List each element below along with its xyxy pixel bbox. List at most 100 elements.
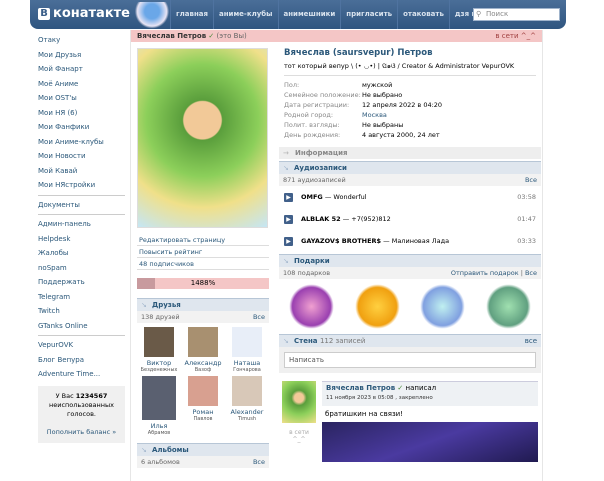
- profile-status[interactable]: тот который вепур \ (• ◡•) | ପ๑ଓ / Creat…: [284, 61, 536, 76]
- friend-item[interactable]: Александр Вазоф: [181, 327, 225, 373]
- friend-item[interactable]: Илья Абрамов: [137, 376, 181, 436]
- albums-header[interactable]: Альбомы: [137, 443, 269, 457]
- sidebar-item[interactable]: Моё Аниме: [38, 77, 125, 92]
- post-text: братишкин на связи!: [325, 410, 404, 418]
- gifts-all-link[interactable]: Все: [525, 269, 537, 277]
- audio-list: ▶ OMFG — Wonderful 03:58 ▶ ALBLAK 52 — +7(95…: [279, 186, 541, 252]
- sidebar-item[interactable]: Мои Новости: [38, 149, 125, 164]
- sidebar-item[interactable]: Админ-панель: [38, 217, 125, 232]
- sidebar-item[interactable]: Мои OST'ы: [38, 91, 125, 106]
- sidebar-item[interactable]: noSpam: [38, 261, 125, 276]
- rating-bar[interactable]: 1488%: [137, 278, 269, 289]
- wall-all-link[interactable]: все: [525, 335, 537, 347]
- sidebar-item[interactable]: Мои НЯ (6): [38, 106, 125, 121]
- sidebar-item[interactable]: Мои НЯстройки: [38, 178, 125, 193]
- online-status: в сети ^_^: [495, 32, 536, 40]
- votes-count: 1234567: [75, 391, 108, 400]
- nav-invite[interactable]: пригласить: [340, 0, 397, 29]
- sidebar-item[interactable]: Жалобы: [38, 246, 125, 261]
- friends-all-link[interactable]: Все: [253, 311, 265, 323]
- audio-track[interactable]: ▶ OMFG — Wonderful 03:58: [279, 186, 541, 208]
- sidebar-item[interactable]: GTanks Online: [38, 319, 125, 334]
- topup-link[interactable]: Пополнить баланс »: [47, 428, 116, 436]
- sidebar-item[interactable]: Мои Фанфики: [38, 120, 125, 135]
- gift-jake[interactable]: [354, 284, 400, 329]
- friend-avatar[interactable]: [188, 376, 218, 406]
- friend-item[interactable]: Наташа Гончарова: [225, 327, 269, 373]
- sidebar-item[interactable]: Мой Кавай: [38, 164, 125, 179]
- nav-otakovat[interactable]: отаковать: [397, 0, 449, 29]
- right-column: Вячеслав (saursvepur) Петров тот который…: [279, 48, 541, 462]
- friends-subheader: 138 друзей Все: [137, 311, 269, 323]
- friend-item[interactable]: Виктор Безденежных: [137, 327, 181, 373]
- sidebar-item[interactable]: Twitch: [38, 304, 125, 319]
- friend-avatar[interactable]: [232, 327, 262, 357]
- sidebar-item[interactable]: Adventure Time...: [38, 367, 125, 382]
- profile-field: Полит. взгляды: Не выбраны: [284, 121, 404, 129]
- search-input[interactable]: ⚲ Поиск: [473, 8, 560, 21]
- audio-header[interactable]: Аудиозаписи: [279, 161, 541, 175]
- audio-track[interactable]: ▶ GAYAZOV$ BROTHER$ — Малиновая Лада 03:33: [279, 230, 541, 252]
- gift-rainbow-cat[interactable]: [420, 284, 466, 329]
- top-nav: главная аниме-клубы анимешники пригласит…: [170, 0, 486, 29]
- profile-field: Родной город: Москва: [284, 111, 387, 119]
- friend-item[interactable]: Роман Павлов: [181, 376, 225, 436]
- rating-fill: [137, 278, 156, 289]
- post-author-avatar[interactable]: [282, 381, 316, 423]
- post-date[interactable]: 11 ноября 2023 в 05:08 , закреплено: [326, 395, 534, 401]
- edit-page-link[interactable]: Редактировать страницу: [137, 234, 269, 246]
- verified-icon: ✓: [208, 32, 215, 40]
- profile-name: Вячеслав (saursvepur) Петров: [284, 48, 433, 58]
- post-author-link[interactable]: Вячеслав Петров: [326, 384, 395, 392]
- verified-icon: ✓: [397, 384, 404, 392]
- sidebar-item[interactable]: Helpdesk: [38, 232, 125, 247]
- gifts-header[interactable]: Подарки: [279, 254, 541, 268]
- sidebar: Отаку Мои Друзья Мой Фанарт Моё Аниме Мои OS…: [38, 33, 125, 443]
- nav-people[interactable]: анимешники: [277, 0, 341, 29]
- sidebar-divider: [38, 214, 125, 215]
- sidebar-item[interactable]: Telegram: [38, 290, 125, 305]
- albums-all-link[interactable]: Все: [253, 456, 265, 468]
- friend-avatar[interactable]: [232, 376, 262, 406]
- sidebar-item[interactable]: Поддержать: [38, 275, 125, 290]
- subscribers-link[interactable]: 48 подписчиков: [137, 258, 269, 270]
- wall-header[interactable]: Стена 112 записейвсе: [279, 334, 541, 348]
- audio-track[interactable]: ▶ ALBLAK 52 — +7(952)812 01:47: [279, 208, 541, 230]
- sidebar-item[interactable]: Документы: [38, 198, 125, 213]
- avatar[interactable]: [137, 48, 268, 228]
- gift-bmo[interactable]: [485, 284, 531, 329]
- send-gift-link[interactable]: Отправить подарок: [451, 269, 519, 277]
- nav-home[interactable]: главная: [170, 0, 213, 29]
- sidebar-item[interactable]: Мои Аниме-клубы: [38, 135, 125, 150]
- friend-avatar[interactable]: [144, 327, 174, 357]
- post-author-online: в сети ^_^: [289, 429, 309, 443]
- play-icon[interactable]: ▶: [284, 192, 293, 202]
- sidebar-item[interactable]: Мой Фанарт: [38, 62, 125, 77]
- votes-box: У Вас 1234567 неиспользованных голосов. По…: [38, 385, 125, 443]
- gifts-list: [279, 279, 541, 334]
- friend-avatar[interactable]: [188, 327, 218, 357]
- wall-compose: Написать: [279, 347, 541, 373]
- sidebar-item[interactable]: VepurOVK: [38, 338, 125, 353]
- profile-topbar: Вячеслав Петров ✓ (это Вы) в сети ^_^: [131, 30, 542, 42]
- audio-all-link[interactable]: Все: [525, 174, 537, 186]
- friend-item[interactable]: Alexander Timush: [225, 376, 269, 436]
- sidebar-item[interactable]: Блог Вепура: [38, 353, 125, 368]
- boost-rating-link[interactable]: Повысить рейтинг: [137, 246, 269, 258]
- logo[interactable]: Вконатакте: [38, 6, 130, 21]
- wall-post-input[interactable]: Написать: [284, 352, 536, 368]
- friends-header[interactable]: Друзья: [137, 298, 269, 312]
- nav-anime-clubs[interactable]: аниме-клубы: [213, 0, 278, 29]
- post-image[interactable]: [322, 422, 538, 462]
- play-icon[interactable]: ▶: [284, 214, 293, 224]
- profile-fields: Пол: мужской Семейное положение: Не выбрано…: [279, 80, 541, 140]
- profile-page: Вячеслав Петров ✓ (это Вы) в сети ^_^ Ре…: [130, 30, 543, 481]
- play-icon[interactable]: ▶: [284, 236, 293, 246]
- sidebar-item[interactable]: Мои Друзья: [38, 48, 125, 63]
- friend-avatar[interactable]: [142, 376, 176, 420]
- info-toggle[interactable]: Информация: [279, 147, 541, 159]
- sidebar-divider: [38, 335, 125, 336]
- sidebar-item[interactable]: Отаку: [38, 33, 125, 48]
- albums-subheader: 6 альбомов Все: [137, 456, 269, 468]
- gift-princess-bubblegum[interactable]: [289, 284, 335, 329]
